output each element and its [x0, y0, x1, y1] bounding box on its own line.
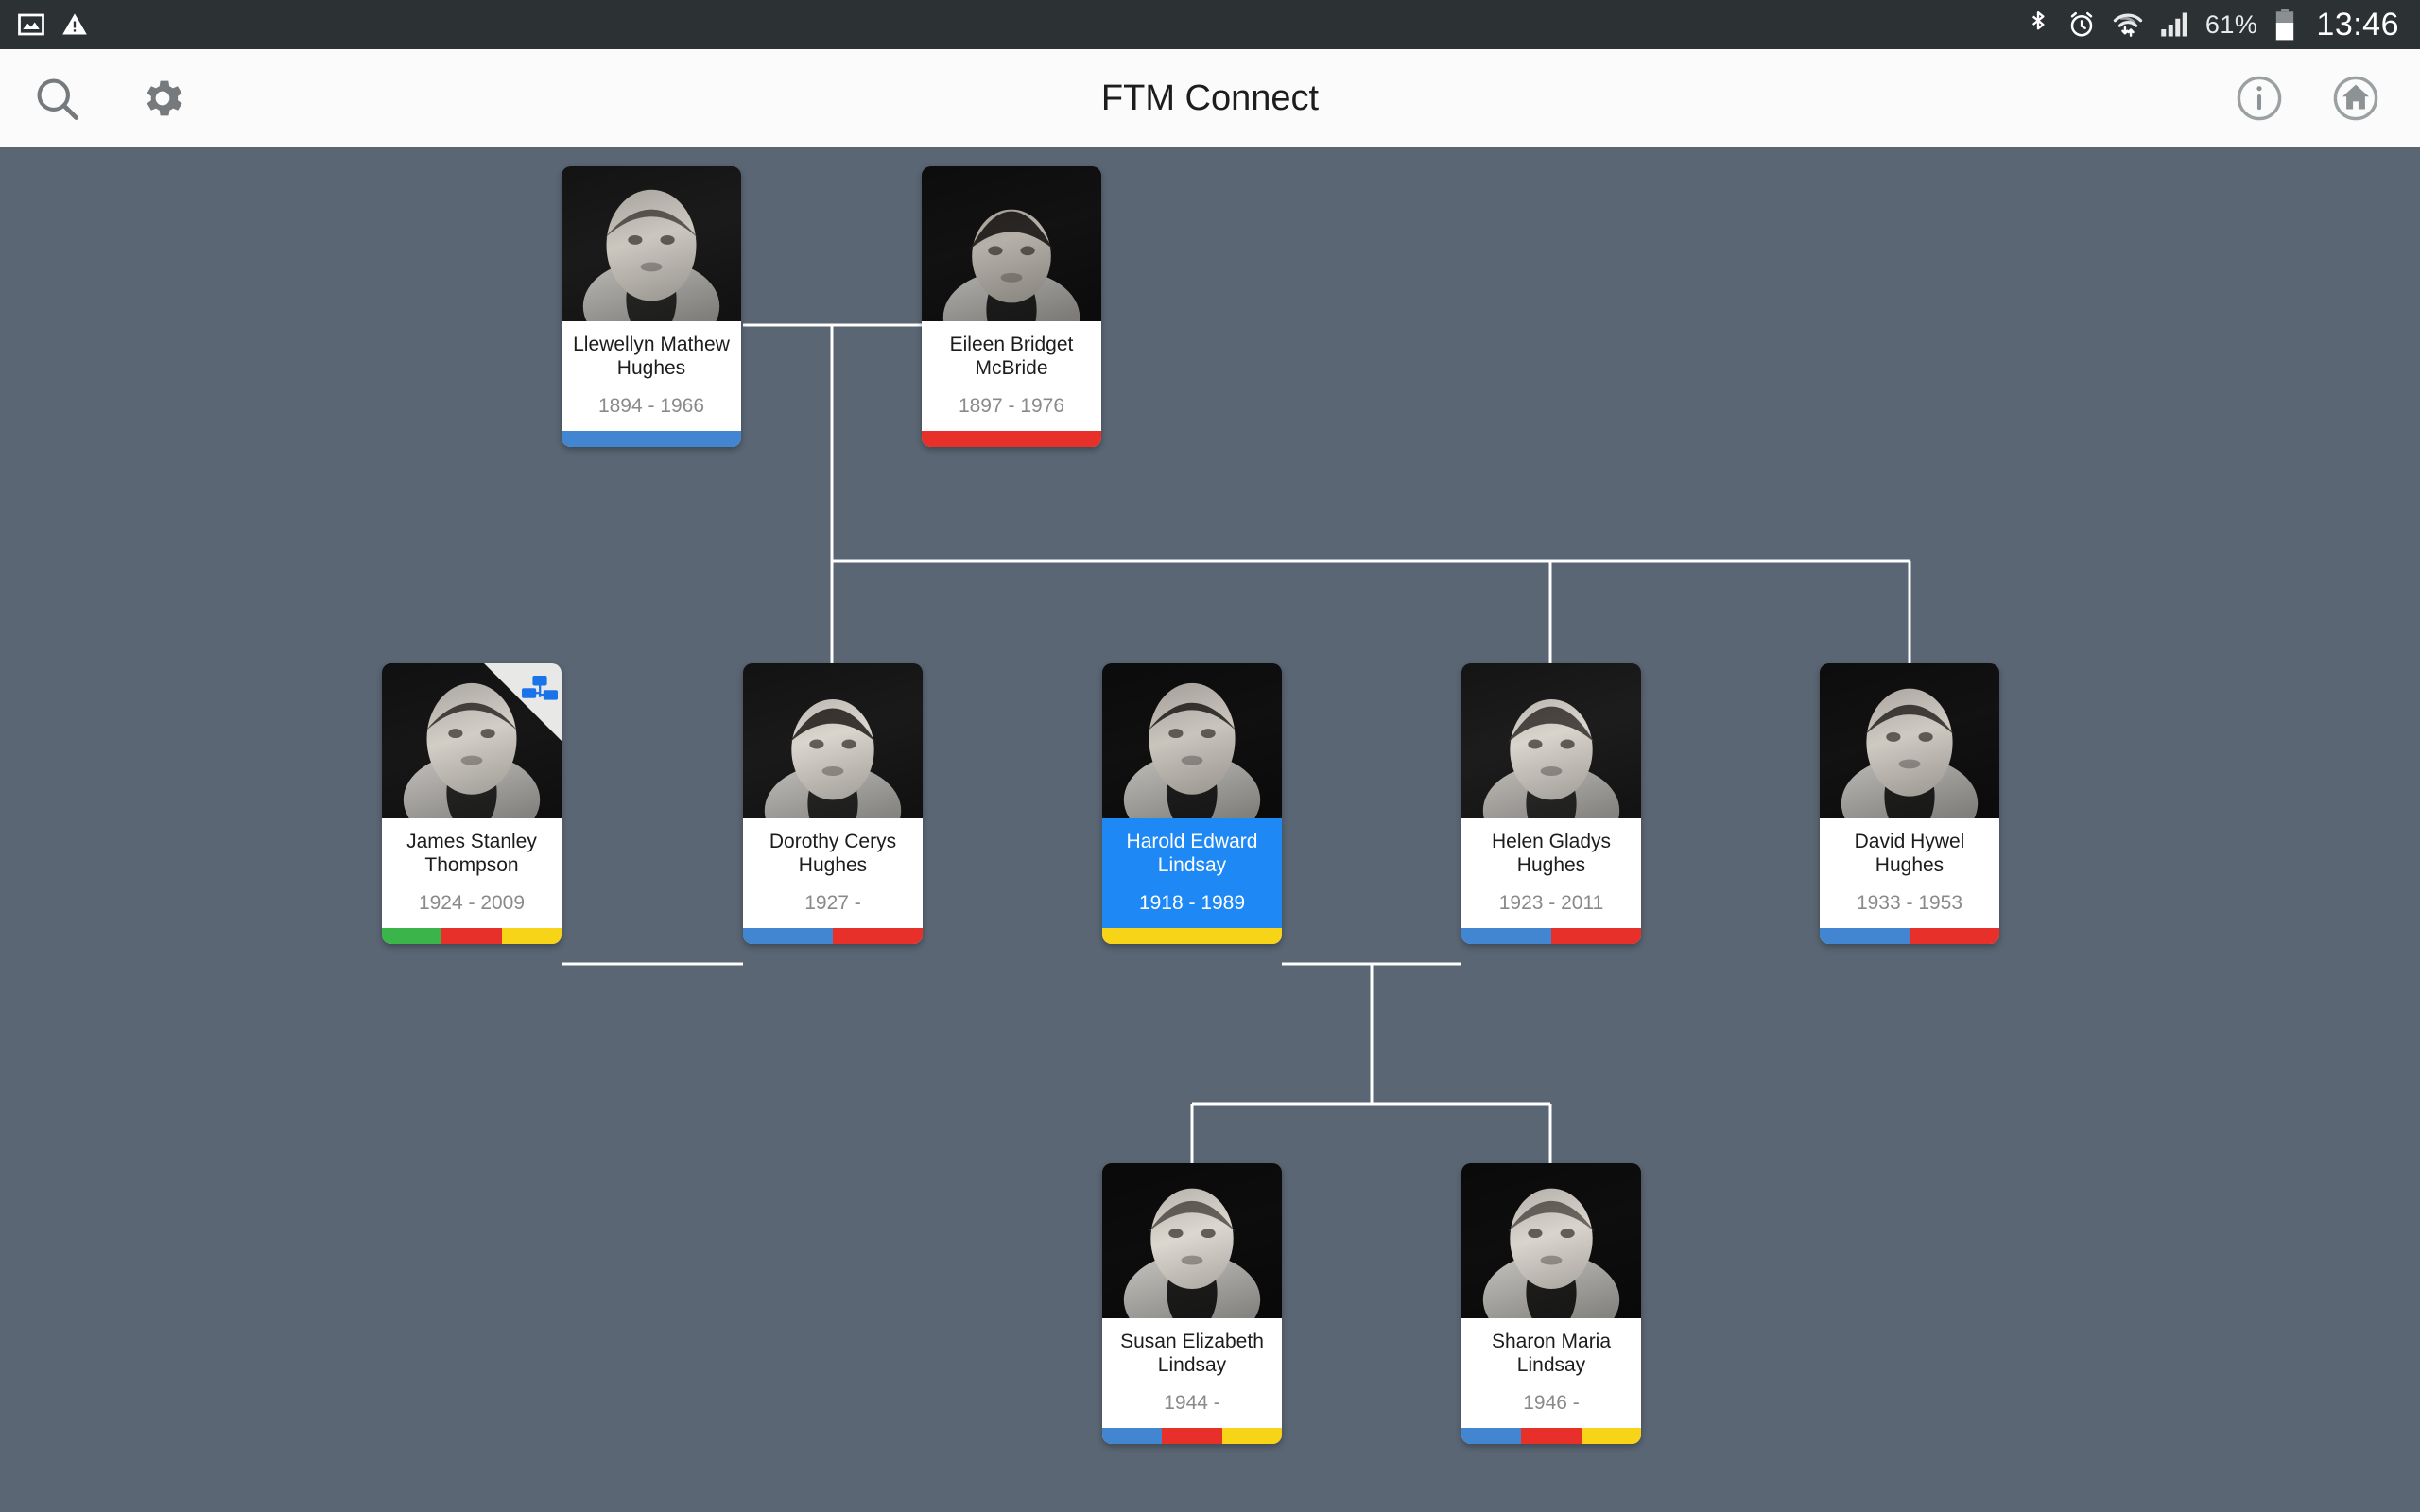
person-info: Sharon Maria Lindsay 1946 -	[1461, 1318, 1641, 1428]
person-tag-bar-segment-0	[562, 431, 741, 447]
status-bar-left-icons	[0, 10, 89, 39]
person-tag-bar-segment-0	[1102, 928, 1282, 944]
person-tag-bar-segment-1	[1162, 1428, 1222, 1444]
person-card-dorothy[interactable]: Dorothy Cerys Hughes 1927 -	[743, 663, 923, 944]
person-card-harold[interactable]: Harold Edward Lindsay 1918 - 1989	[1102, 663, 1282, 944]
person-tag-bar-segment-0	[1461, 1428, 1522, 1444]
person-card-sharon[interactable]: Sharon Maria Lindsay 1946 -	[1461, 1163, 1641, 1444]
person-tag-bar-segment-0	[1820, 928, 1910, 944]
person-card-david[interactable]: David Hywel Hughes 1933 - 1953	[1820, 663, 1999, 944]
person-tag-bar-segment-2	[501, 928, 562, 944]
person-info: Llewellyn Mathew Hughes 1894 - 1966	[562, 321, 741, 431]
person-card-helen[interactable]: Helen Gladys Hughes 1923 - 2011	[1461, 663, 1641, 944]
person-name: Dorothy Cerys Hughes	[769, 831, 897, 876]
cellular-signal-icon	[2160, 11, 2188, 38]
person-card-susan[interactable]: Susan Elizabeth Lindsay 1944 -	[1102, 1163, 1282, 1444]
app-bar-right-actions	[2229, 68, 2420, 129]
person-name: Susan Elizabeth Lindsay	[1120, 1331, 1264, 1376]
person-dates: 1927 -	[804, 892, 861, 914]
person-tag-bar-segment-1	[441, 928, 502, 944]
bluetooth-icon	[2026, 9, 2050, 40]
person-tag-bar	[1461, 1428, 1641, 1444]
person-dates: 1918 - 1989	[1138, 892, 1246, 914]
person-dates: 1924 - 2009	[418, 892, 526, 914]
person-tag-bar	[1102, 1428, 1282, 1444]
person-photo	[1820, 663, 1999, 818]
battery-icon	[2274, 9, 2295, 41]
person-name: Sharon Maria Lindsay	[1491, 1331, 1612, 1376]
person-tag-bar-segment-2	[1221, 1428, 1282, 1444]
person-dates: 1933 - 1953	[1856, 892, 1963, 914]
person-tag-bar-segment-0	[743, 928, 833, 944]
person-info: Harold Edward Lindsay 1918 - 1989	[1102, 818, 1282, 928]
person-dates: 1897 - 1976	[958, 395, 1065, 417]
person-tag-bar	[922, 431, 1101, 447]
person-tag-bar	[1461, 928, 1641, 944]
person-tag-bar-segment-0	[922, 431, 1101, 447]
family-tree-canvas[interactable]: Llewellyn Mathew Hughes 1894 - 1966 Eile…	[0, 147, 2420, 1512]
person-info: Susan Elizabeth Lindsay 1944 -	[1102, 1318, 1282, 1428]
person-photo	[1102, 1163, 1282, 1318]
person-name: James Stanley Thompson	[406, 831, 537, 876]
person-name: Harold Edward Lindsay	[1126, 831, 1258, 876]
person-dates: 1944 -	[1164, 1392, 1220, 1414]
person-photo	[562, 166, 741, 321]
person-tag-bar	[1820, 928, 1999, 944]
person-tag-bar-segment-0	[1102, 1428, 1163, 1444]
person-tag-bar-segment-1	[833, 928, 923, 944]
person-card-james[interactable]: James Stanley Thompson 1924 - 2009	[382, 663, 562, 944]
screenshot-icon	[17, 10, 45, 39]
person-name: Llewellyn Mathew Hughes	[573, 334, 730, 379]
info-icon[interactable]	[2229, 68, 2290, 129]
person-info: David Hywel Hughes 1933 - 1953	[1820, 818, 1999, 928]
person-dates: 1894 - 1966	[597, 395, 705, 417]
search-icon[interactable]	[26, 68, 87, 129]
person-name: Eileen Bridget McBride	[949, 334, 1074, 379]
battery-percent-label: 61%	[2204, 9, 2258, 39]
person-card-llewellyn[interactable]: Llewellyn Mathew Hughes 1894 - 1966	[562, 166, 741, 447]
person-photo	[922, 166, 1101, 321]
person-info: Eileen Bridget McBride 1897 - 1976	[922, 321, 1101, 431]
app-bar: FTM Connect	[0, 49, 2420, 147]
status-bar: 61% 13:46	[0, 0, 2420, 49]
settings-gear-icon[interactable]	[132, 68, 193, 129]
person-tag-bar	[562, 431, 741, 447]
person-tag-bar-segment-1	[1551, 928, 1641, 944]
app-bar-left-actions	[0, 68, 193, 129]
person-tag-bar	[743, 928, 923, 944]
warning-icon	[60, 11, 89, 38]
person-dates: 1946 -	[1523, 1392, 1580, 1414]
person-name: David Hywel Hughes	[1854, 831, 1965, 876]
person-photo	[1461, 663, 1641, 818]
person-photo	[743, 663, 923, 818]
wifi-icon	[2113, 10, 2143, 39]
person-info: Dorothy Cerys Hughes 1927 -	[743, 818, 923, 928]
person-photo	[1461, 1163, 1641, 1318]
person-tag-bar	[382, 928, 562, 944]
person-tag-bar-segment-1	[1521, 1428, 1582, 1444]
person-photo	[382, 663, 562, 818]
person-info: Helen Gladys Hughes 1923 - 2011	[1461, 818, 1641, 928]
person-card-eileen[interactable]: Eileen Bridget McBride 1897 - 1976	[922, 166, 1101, 447]
home-icon[interactable]	[2325, 68, 2386, 129]
person-name: Helen Gladys Hughes	[1491, 831, 1612, 876]
status-bar-right-icons: 61% 13:46	[2026, 7, 2420, 43]
person-tag-bar-segment-2	[1581, 1428, 1641, 1444]
person-tag-bar	[1102, 928, 1282, 944]
person-dates: 1923 - 2011	[1498, 892, 1604, 914]
page-title: FTM Connect	[1100, 77, 1320, 118]
person-tag-bar-segment-0	[1461, 928, 1551, 944]
person-tag-bar-segment-1	[1910, 928, 1999, 944]
clock-label: 13:46	[2316, 6, 2399, 43]
person-info: James Stanley Thompson 1924 - 2009	[382, 818, 562, 928]
alarm-clock-icon	[2067, 10, 2096, 39]
person-tag-bar-segment-0	[382, 928, 442, 944]
person-photo	[1102, 663, 1282, 818]
